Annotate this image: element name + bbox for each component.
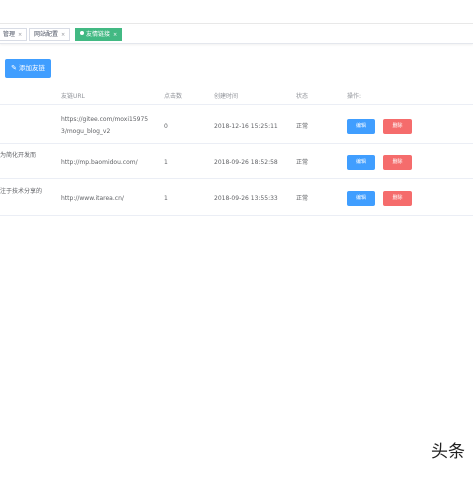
link-url-line[interactable]: 3/mogu_blog_v2 <box>61 126 110 137</box>
delete-button[interactable]: 删除 <box>383 191 412 206</box>
click-count: 0 <box>164 123 168 130</box>
edit-button[interactable]: 编辑 <box>347 119 375 134</box>
click-count: 1 <box>164 159 168 166</box>
status-text: 正常 <box>296 195 309 202</box>
created-time: 2018-09-26 18:52:58 <box>214 159 278 166</box>
click-count: 1 <box>164 195 168 202</box>
status-text: 正常 <box>296 123 309 130</box>
column-header-url: 友链URL <box>61 93 85 100</box>
top-header-strip <box>0 0 473 24</box>
tag-manage[interactable]: 管理 × <box>0 28 28 41</box>
tag-label: 管理 <box>3 31 16 38</box>
close-icon[interactable]: × <box>61 32 65 38</box>
add-button-label: 添加友链 <box>18 64 45 72</box>
column-header-status: 状态 <box>296 93 309 100</box>
status-text: 正常 <box>296 159 309 166</box>
close-icon[interactable]: × <box>18 32 22 38</box>
tag-label: 网站配置 <box>34 31 59 38</box>
edit-button[interactable]: 编辑 <box>347 191 375 206</box>
header-divider <box>0 104 473 105</box>
link-url-line[interactable]: http://mp.baomidou.com/ <box>61 157 138 168</box>
tags-view-bar: 管理 × 网站配置 × 友情链接 × <box>0 26 473 44</box>
row-divider <box>0 143 473 144</box>
column-header-created: 创建时间 <box>214 93 239 100</box>
created-time: 2018-12-16 15:25:11 <box>214 123 278 130</box>
link-url-line[interactable]: http://www.itarea.cn/ <box>61 193 124 204</box>
watermark-logo: 头条 <box>431 442 465 462</box>
column-header-actions: 操作: <box>347 93 362 100</box>
link-intro: 为简化开发而 <box>0 152 37 159</box>
delete-button[interactable]: 删除 <box>383 119 412 134</box>
tag-site-config[interactable]: 网站配置 × <box>29 28 71 41</box>
close-icon[interactable]: × <box>113 32 117 38</box>
tag-label: 友情链接 <box>86 31 111 38</box>
edit-button[interactable]: 编辑 <box>347 155 375 170</box>
created-time: 2018-09-26 13:55:33 <box>214 195 278 202</box>
active-dot-icon <box>80 31 84 35</box>
delete-button[interactable]: 删除 <box>383 155 412 170</box>
tag-friend-links[interactable]: 友情链接 × <box>75 28 123 41</box>
row-divider <box>0 178 473 179</box>
link-intro: 注于技术分享的 <box>0 188 43 195</box>
pencil-icon: ✎ <box>11 64 17 72</box>
row-divider <box>0 215 473 216</box>
add-friend-link-button[interactable]: ✎ 添加友链 <box>5 59 51 78</box>
link-url-line[interactable]: https://gitee.com/moxi15975 <box>61 114 148 125</box>
column-header-clicks: 点击数 <box>164 93 183 100</box>
